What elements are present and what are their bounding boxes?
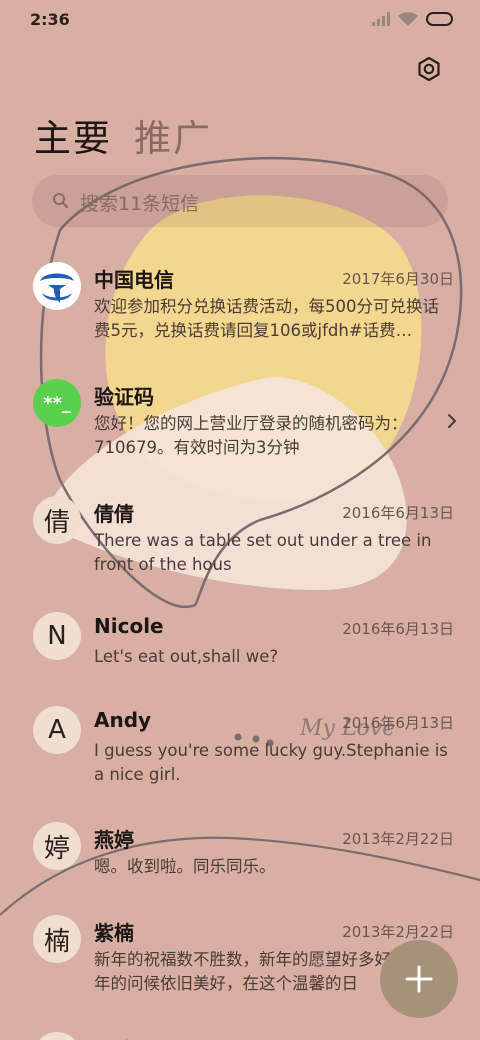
sender-name: Andy	[94, 708, 152, 732]
message-item-china-telecom[interactable]: 中国电信 2017年6月30日 欢迎参加积分兑换话费活动，每500分可兑换话费5…	[0, 250, 480, 360]
avatar: 楠	[33, 915, 81, 963]
tab-primary[interactable]: 主要	[34, 108, 112, 162]
avatar: N	[33, 612, 81, 660]
tab-promotions[interactable]: 推广	[134, 108, 212, 162]
battery-icon	[426, 12, 453, 26]
avatar: **_	[33, 379, 81, 427]
message-date: 2013年2月22日	[342, 923, 454, 941]
message-date: 2016年6月13日	[342, 714, 454, 732]
china-telecom-logo-icon	[35, 264, 79, 308]
sender-name: 验证码	[94, 385, 154, 409]
message-preview: 欢迎参加积分兑换话费活动，每500分可兑换话费5元，兑换话费请回复106或jfd…	[94, 297, 439, 340]
message-item-qianqian[interactable]: 倩 倩倩 2016年6月13日 There was a table set ou…	[0, 484, 480, 594]
sender-name: 中国电信	[94, 268, 174, 292]
message-date: 2013年2月22日	[342, 830, 454, 848]
message-item-andy[interactable]: A Andy 2016年6月13日 I guess you're some lu…	[0, 694, 480, 804]
message-item-verification-code[interactable]: **_ 验证码 您好！您的网上营业厅登录的随机密码为：710679。有效时间为3…	[0, 367, 480, 477]
status-icons	[372, 12, 454, 26]
settings-button[interactable]	[414, 54, 444, 84]
message-preview: There was a table set out under a tree i…	[94, 531, 432, 574]
message-preview: I guess you're some lucky guy.Stephanie …	[94, 741, 448, 784]
message-date: 2016年6月13日	[342, 504, 454, 522]
avatar	[33, 262, 81, 310]
avatar: 倩	[33, 496, 81, 544]
sender-name: 子玲	[94, 1034, 134, 1040]
tab-bar: 主要 推广	[34, 108, 212, 162]
status-time: 2:36	[30, 10, 70, 29]
sender-name: 燕婷	[94, 828, 134, 852]
status-bar: 2:36	[0, 0, 480, 40]
avatar	[33, 1032, 81, 1040]
message-item-ziling[interactable]: 子玲	[0, 1020, 480, 1040]
sender-name: 倩倩	[94, 502, 134, 526]
message-preview: Let's eat out,shall we?	[94, 647, 279, 666]
chevron-right-icon[interactable]	[446, 412, 458, 430]
search-icon	[53, 193, 69, 209]
signal-icon	[372, 12, 390, 26]
avatar: A	[33, 706, 81, 754]
gear-icon	[418, 56, 440, 82]
search-bar[interactable]: 搜索11条短信	[32, 175, 448, 227]
sender-name: 紫楠	[94, 921, 134, 945]
compose-button[interactable]	[380, 940, 458, 1018]
search-input[interactable]: 搜索11条短信	[80, 189, 199, 216]
avatar: 婷	[33, 822, 81, 870]
wifi-icon	[398, 12, 418, 26]
message-preview: 您好！您的网上营业厅登录的随机密码为：710679。有效时间为3分钟	[94, 414, 408, 457]
sender-name: Nicole	[94, 614, 164, 638]
message-date: 2016年6月13日	[342, 620, 454, 638]
plus-icon	[405, 965, 433, 993]
message-date: 2017年6月30日	[342, 270, 454, 288]
message-preview: 嗯。收到啦。同乐同乐。	[94, 857, 276, 876]
